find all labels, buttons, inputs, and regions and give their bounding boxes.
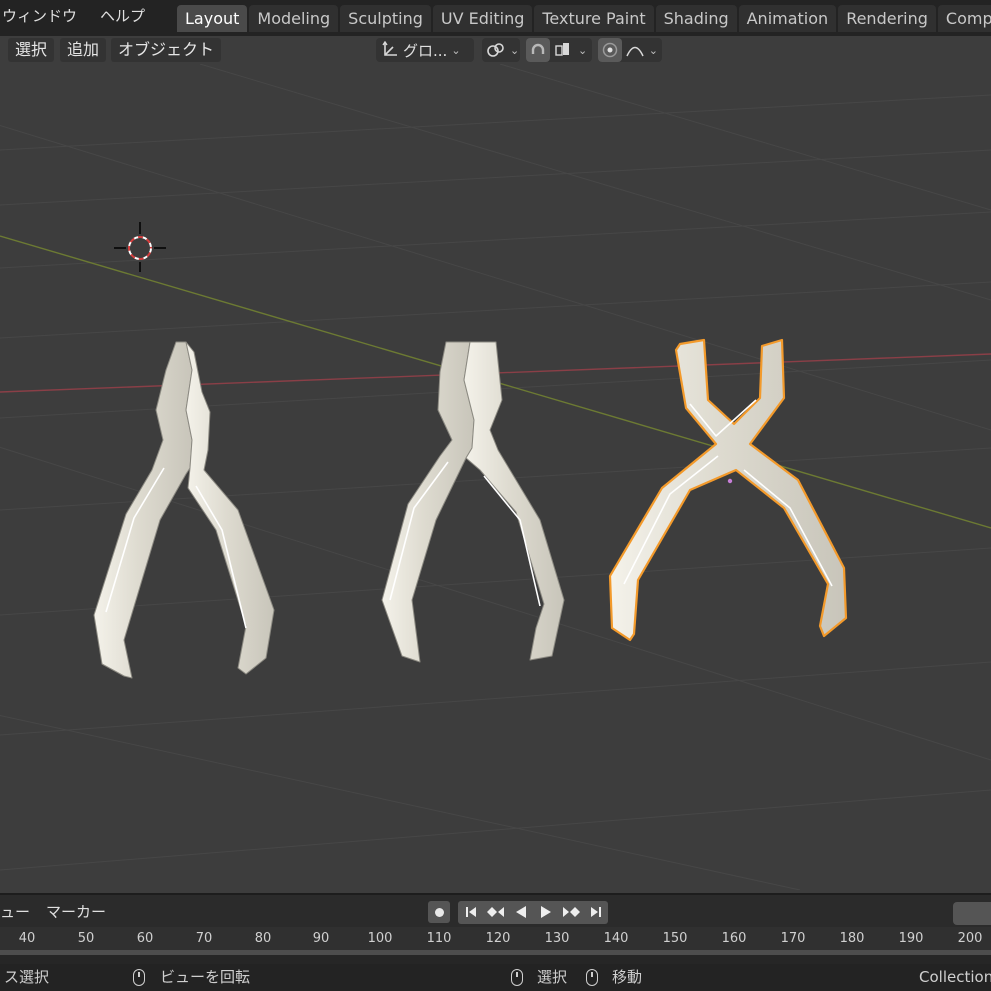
select-menu[interactable]: 選択	[8, 38, 55, 62]
frame-tick: 180	[839, 931, 865, 946]
menu-window[interactable]: ウィンドウ	[2, 0, 77, 32]
status-bar: ス選択 ビューを回転 選択 移動 Collection	[0, 964, 991, 991]
snap-increment-icon[interactable]	[554, 41, 574, 59]
viewport-header: 選択 追加 オブジェクト グロ... ⌄ ⌄ ⌄ ⌄	[0, 36, 991, 64]
frame-tick: 60	[136, 931, 154, 946]
menu-help[interactable]: ヘルプ	[100, 0, 145, 32]
frame-tick: 50	[77, 931, 95, 946]
proportional-edit-controls: ⌄	[598, 38, 662, 62]
falloff-curve-icon[interactable]	[625, 41, 645, 59]
frame-tick: 150	[662, 931, 688, 946]
proportional-circle-icon	[601, 41, 619, 59]
jump-to-start-button[interactable]	[458, 901, 483, 923]
frame-tick: 170	[780, 931, 806, 946]
frame-tick: 140	[603, 931, 629, 946]
proportional-edit-button[interactable]	[598, 38, 622, 62]
tab-rendering[interactable]: Rendering	[838, 5, 936, 32]
frame-tick: 40	[18, 931, 36, 946]
tab-uv-editing[interactable]: UV Editing	[432, 5, 533, 32]
record-button[interactable]	[428, 901, 450, 923]
top-menu-bar: ウィンドウ ヘルプ Layout Modeling Sculpting UV E…	[0, 0, 991, 36]
add-menu[interactable]: 追加	[60, 38, 107, 62]
jump-to-keyframe-button[interactable]	[483, 901, 508, 923]
frame-start-field[interactable]	[953, 902, 991, 925]
timeline-marker-menu[interactable]: マーカー	[46, 895, 106, 929]
mouse-left-icon	[511, 969, 523, 986]
tab-animation[interactable]: Animation	[738, 5, 837, 32]
snap-toggle-button[interactable]	[526, 38, 550, 62]
frame-tick: 100	[367, 931, 393, 946]
frame-tick: 190	[898, 931, 924, 946]
chevron-down-icon[interactable]: ⌄	[649, 44, 658, 57]
keyframe-prev-icon	[486, 907, 504, 917]
timeline-header: ュー マーカー	[0, 893, 991, 927]
snap-controls: ⌄	[526, 38, 592, 62]
tab-shading[interactable]: Shading	[655, 5, 737, 32]
frame-tick: 130	[544, 931, 570, 946]
orientation-axes-icon	[381, 41, 399, 59]
magnet-icon	[529, 41, 547, 59]
frame-tick: 70	[195, 931, 213, 946]
jump-start-icon	[465, 907, 476, 917]
object-origin-dot	[727, 478, 733, 484]
mouse-middle-icon	[133, 969, 145, 986]
tab-texture-paint[interactable]: Texture Paint	[534, 5, 654, 32]
blender-window: ウィンドウ ヘルプ Layout Modeling Sculpting UV E…	[0, 0, 991, 991]
tab-sculpting[interactable]: Sculpting	[340, 5, 431, 32]
jump-end-icon	[590, 907, 601, 917]
viewport-scene	[0, 64, 991, 890]
frame-tick: 90	[312, 931, 330, 946]
tab-layout[interactable]: Layout	[177, 5, 248, 32]
object-menu[interactable]: オブジェクト	[111, 38, 222, 62]
play-button[interactable]	[533, 901, 558, 923]
3d-viewport[interactable]	[0, 64, 991, 890]
timeline-body	[0, 955, 991, 964]
pivot-link-icon	[486, 41, 506, 59]
pliers-half-open-object[interactable]	[381, 341, 565, 663]
status-rotate-view: ビューを回転	[160, 968, 251, 986]
transform-orientation-dropdown[interactable]: グロ... ⌄	[376, 38, 474, 62]
frame-tick: 120	[485, 931, 511, 946]
pliers-closed-object[interactable]	[93, 341, 275, 679]
status-select: 選択	[537, 968, 568, 986]
play-icon	[540, 906, 551, 918]
jump-to-next-keyframe-button[interactable]	[558, 901, 583, 923]
workspace-tabs: Layout Modeling Sculpting UV Editing Tex…	[177, 5, 991, 33]
chevron-down-icon[interactable]: ⌄	[578, 44, 587, 57]
tab-compositing[interactable]: Compo	[937, 5, 991, 32]
jump-to-end-button[interactable]	[583, 901, 608, 923]
mouse-right-icon	[586, 969, 598, 986]
record-icon	[434, 907, 444, 917]
play-reverse-icon	[515, 906, 526, 918]
status-collection: Collection	[919, 968, 991, 986]
orientation-label: グロ...	[403, 41, 448, 60]
frame-tick: 80	[254, 931, 272, 946]
tab-modeling[interactable]: Modeling	[249, 5, 339, 32]
frame-tick: 160	[721, 931, 747, 946]
chevron-down-icon: ⌄	[510, 43, 520, 57]
keyframe-next-icon	[562, 907, 580, 917]
status-box-select: ス選択	[4, 968, 50, 986]
status-move: 移動	[612, 968, 643, 986]
chevron-down-icon: ⌄	[451, 43, 461, 57]
pivot-point-dropdown[interactable]: ⌄	[482, 38, 520, 62]
frame-tick: 110	[426, 931, 452, 946]
timeline-view-menu[interactable]: ュー	[0, 895, 30, 929]
playback-controls	[428, 901, 608, 924]
3d-cursor-icon[interactable]	[114, 222, 166, 272]
playback-button-group	[458, 901, 608, 924]
frame-tick: 200	[957, 931, 983, 946]
play-reverse-button[interactable]	[508, 901, 533, 923]
pliers-open-selected-object[interactable]	[608, 338, 848, 642]
